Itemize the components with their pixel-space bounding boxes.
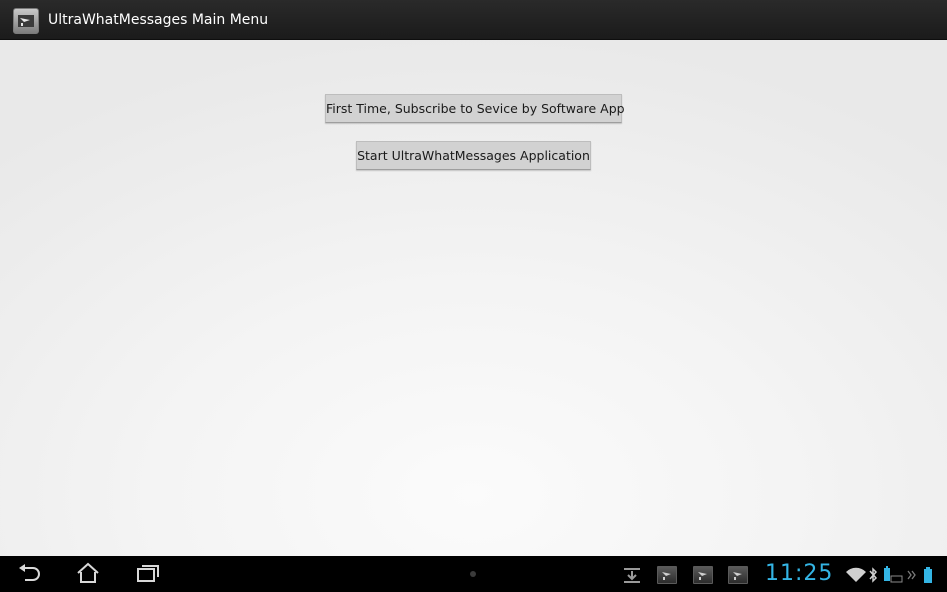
app-title: UltraWhatMessages Main Menu — [48, 12, 269, 28]
wifi-icon — [846, 567, 866, 582]
app-notification-icon[interactable] — [728, 566, 748, 584]
android-screen: UltraWhatMessages Main Menu First Time, … — [0, 0, 947, 592]
keyboard-battery-icon — [884, 566, 903, 583]
app-notification-icon[interactable] — [693, 566, 713, 584]
app-notification-icon[interactable] — [657, 566, 677, 584]
recent-apps-icon — [137, 565, 159, 582]
recent-apps-button[interactable] — [133, 561, 163, 587]
clock[interactable]: 11:25 — [765, 560, 833, 588]
back-arrow-icon — [19, 564, 40, 581]
download-icon[interactable] — [622, 566, 642, 584]
start-application-button[interactable]: Start UltraWhatMessages Application — [356, 141, 591, 170]
title-bar: UltraWhatMessages Main Menu — [0, 0, 947, 40]
app-icon — [13, 8, 39, 34]
home-button[interactable] — [73, 561, 103, 587]
battery-icon — [924, 567, 932, 583]
back-button[interactable] — [15, 561, 45, 587]
chevron-icon — [907, 570, 916, 580]
subscribe-button[interactable]: First Time, Subscribe to Sevice by Softw… — [325, 94, 625, 123]
menu-dot — [470, 571, 476, 577]
main-content: First Time, Subscribe to Sevice by Softw… — [0, 40, 947, 556]
home-icon — [77, 562, 99, 583]
bluetooth-icon — [869, 567, 878, 583]
